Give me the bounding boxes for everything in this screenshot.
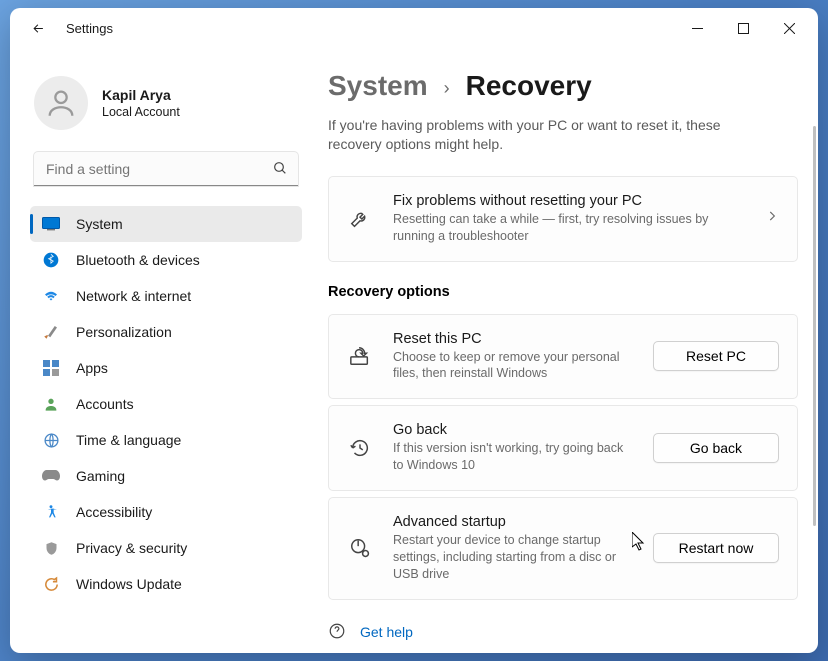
- power-gear-icon: [347, 537, 373, 559]
- nav-label: Windows Update: [76, 576, 182, 592]
- reset-pc-button[interactable]: Reset PC: [653, 341, 779, 371]
- card-title: Reset this PC: [393, 331, 633, 347]
- profile-name: Kapil Arya: [102, 87, 180, 103]
- gamepad-icon: [42, 467, 60, 485]
- help-icon: [328, 622, 346, 643]
- go-back-card: Go back If this version isn't working, t…: [328, 405, 798, 491]
- nav-system[interactable]: System: [30, 206, 302, 242]
- card-title: Fix problems without resetting your PC: [393, 193, 745, 209]
- nav-update[interactable]: Windows Update: [30, 566, 302, 602]
- back-button[interactable]: [24, 14, 52, 42]
- person-icon: [42, 395, 60, 413]
- help-label: Get help: [360, 624, 413, 640]
- chevron-right-icon: [765, 209, 779, 228]
- nav-apps[interactable]: Apps: [30, 350, 302, 386]
- nav-label: Network & internet: [76, 288, 191, 304]
- breadcrumb: System › Recovery: [328, 70, 818, 102]
- wrench-icon: [347, 208, 373, 230]
- advanced-startup-card: Advanced startup Restart your device to …: [328, 497, 798, 600]
- avatar: [34, 76, 88, 130]
- restart-now-button[interactable]: Restart now: [653, 533, 779, 563]
- display-icon: [42, 215, 60, 233]
- globe-clock-icon: [42, 431, 60, 449]
- intro-text: If you're having problems with your PC o…: [328, 116, 818, 154]
- nav-label: Accounts: [76, 396, 134, 412]
- card-subtitle: Restart your device to change startup se…: [393, 532, 633, 583]
- close-button[interactable]: [766, 12, 812, 44]
- nav-accounts[interactable]: Accounts: [30, 386, 302, 422]
- nav-label: Apps: [76, 360, 108, 376]
- window-title: Settings: [66, 21, 113, 36]
- nav-label: Personalization: [76, 324, 172, 340]
- window-controls: [674, 12, 812, 44]
- bluetooth-icon: [42, 251, 60, 269]
- nav-label: System: [76, 216, 123, 232]
- nav-accessibility[interactable]: Accessibility: [30, 494, 302, 530]
- nav-label: Time & language: [76, 432, 181, 448]
- profile-sub: Local Account: [102, 105, 180, 119]
- main-content: System › Recovery If you're having probl…: [310, 48, 818, 653]
- nav-label: Bluetooth & devices: [76, 252, 200, 268]
- reset-icon: [347, 345, 373, 367]
- nav-label: Accessibility: [76, 504, 152, 520]
- nav: System Bluetooth & devices Network & int…: [30, 206, 302, 602]
- card-title: Advanced startup: [393, 514, 633, 530]
- update-icon: [42, 575, 60, 593]
- card-subtitle: If this version isn't working, try going…: [393, 440, 633, 474]
- nav-label: Privacy & security: [76, 540, 187, 556]
- nav-bluetooth[interactable]: Bluetooth & devices: [30, 242, 302, 278]
- get-help-link[interactable]: Get help: [328, 622, 818, 643]
- settings-window: Settings Kapil Arya Local Account: [10, 8, 818, 653]
- nav-network[interactable]: Network & internet: [30, 278, 302, 314]
- paintbrush-icon: [42, 323, 60, 341]
- nav-privacy[interactable]: Privacy & security: [30, 530, 302, 566]
- content-area: Kapil Arya Local Account System Bluetoot…: [10, 48, 818, 653]
- go-back-button[interactable]: Go back: [653, 433, 779, 463]
- sidebar: Kapil Arya Local Account System Bluetoot…: [10, 48, 310, 653]
- search-input[interactable]: [34, 152, 298, 186]
- nav-time[interactable]: Time & language: [30, 422, 302, 458]
- accessibility-icon: [42, 503, 60, 521]
- nav-gaming[interactable]: Gaming: [30, 458, 302, 494]
- nav-label: Gaming: [76, 468, 125, 484]
- breadcrumb-current: Recovery: [466, 70, 592, 102]
- apps-icon: [42, 359, 60, 377]
- maximize-button[interactable]: [720, 12, 766, 44]
- search-wrap: [34, 152, 298, 186]
- history-icon: [347, 437, 373, 459]
- titlebar: Settings: [10, 8, 818, 48]
- section-title: Recovery options: [328, 284, 818, 300]
- profile-block[interactable]: Kapil Arya Local Account: [34, 76, 302, 130]
- reset-pc-card: Reset this PC Choose to keep or remove y…: [328, 314, 798, 400]
- card-subtitle: Resetting can take a while — first, try …: [393, 211, 745, 245]
- card-subtitle: Choose to keep or remove your personal f…: [393, 349, 633, 383]
- nav-personalization[interactable]: Personalization: [30, 314, 302, 350]
- shield-icon: [42, 539, 60, 557]
- breadcrumb-parent[interactable]: System: [328, 70, 428, 102]
- minimize-button[interactable]: [674, 12, 720, 44]
- card-title: Go back: [393, 422, 633, 438]
- wifi-icon: [42, 287, 60, 305]
- chevron-right-icon: ›: [444, 78, 450, 99]
- search-icon: [272, 160, 288, 181]
- scrollbar[interactable]: [813, 126, 816, 526]
- fix-problems-card[interactable]: Fix problems without resetting your PC R…: [328, 176, 798, 262]
